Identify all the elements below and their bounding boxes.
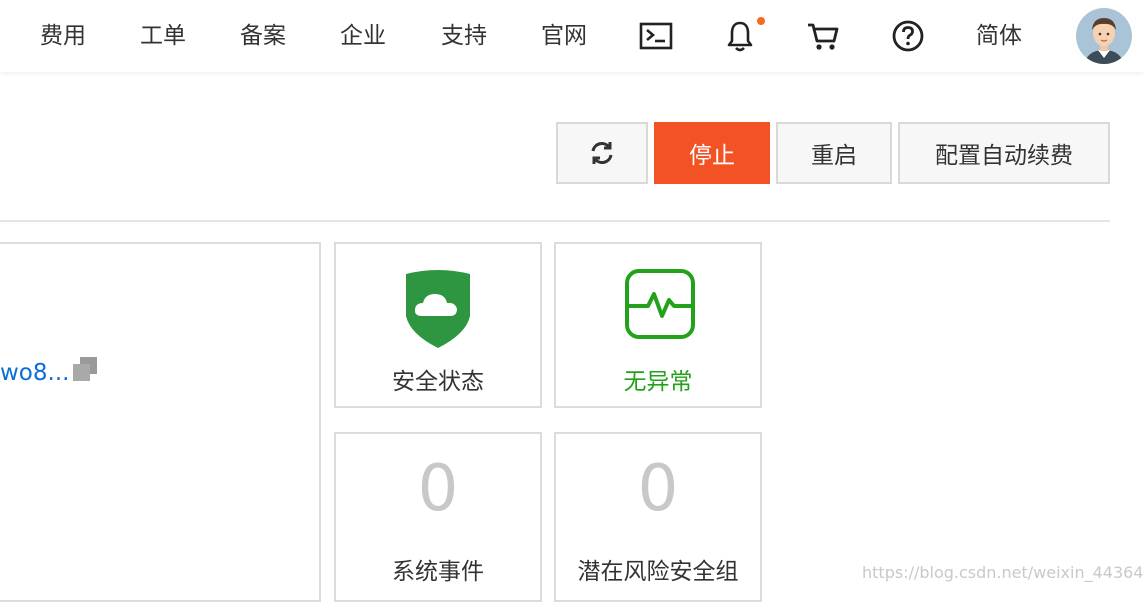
avatar[interactable] — [1076, 8, 1132, 64]
system-events-count: 0 — [417, 452, 459, 526]
nav-item-enterprise[interactable]: 企业 — [340, 20, 386, 52]
instance-id-link[interactable]: wo8... — [0, 357, 69, 389]
restart-button[interactable]: 重启 — [776, 122, 892, 184]
auto-renew-button[interactable]: 配置自动续费 — [898, 122, 1110, 184]
shield-cloud-icon — [406, 270, 470, 348]
stop-button[interactable]: 停止 — [654, 122, 770, 184]
nav-item-official-site[interactable]: 官网 — [541, 20, 587, 52]
heartbeat-monitor-icon — [625, 269, 695, 339]
watermark: https://blog.csdn.net/weixin_44364444 — [862, 563, 1144, 582]
refresh-button[interactable] — [556, 122, 648, 184]
bell-icon[interactable] — [722, 18, 758, 54]
security-status-card[interactable]: 安全状态 — [334, 242, 542, 408]
language-switch[interactable]: 简体 — [976, 20, 1022, 52]
nav-item-support[interactable]: 支持 — [441, 20, 487, 52]
nav-item-icp[interactable]: 备案 — [240, 20, 286, 52]
refresh-icon — [591, 142, 613, 164]
health-status-card[interactable]: 无异常 — [554, 242, 762, 408]
nav-item-tickets[interactable]: 工单 — [140, 20, 186, 52]
nav-item-billing[interactable]: 费用 — [40, 20, 86, 52]
risk-security-group-count: 0 — [637, 452, 679, 526]
risk-security-group-card[interactable]: 0 潜在风险安全组 — [554, 432, 762, 602]
notification-dot — [757, 17, 765, 25]
section-divider — [0, 220, 1110, 222]
help-icon[interactable] — [890, 18, 926, 54]
instance-info-panel — [0, 242, 321, 602]
copy-icon[interactable] — [70, 355, 100, 385]
system-events-card[interactable]: 0 系统事件 — [334, 432, 542, 602]
health-status-label: 无异常 — [623, 369, 693, 395]
system-events-label: 系统事件 — [392, 559, 484, 585]
risk-security-group-label: 潜在风险安全组 — [577, 559, 739, 585]
terminal-icon[interactable] — [638, 18, 674, 54]
security-status-label: 安全状态 — [392, 369, 484, 395]
cart-icon[interactable] — [805, 18, 841, 54]
top-nav-bar: 费用 工单 备案 企业 支持 官网 简体 — [0, 0, 1144, 72]
